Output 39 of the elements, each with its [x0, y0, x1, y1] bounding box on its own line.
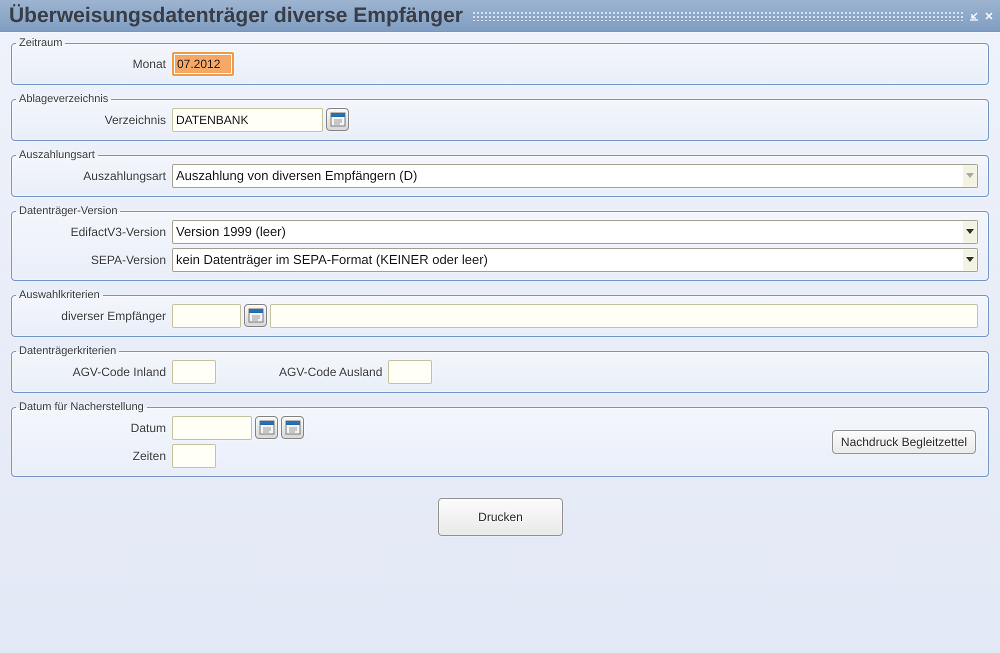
- field-label: Auszahlungsart: [82, 168, 167, 182]
- field-label: Zeiten: [132, 448, 167, 462]
- field-label: AGV-Code Ausland: [279, 364, 382, 378]
- group-title: Datum für Nacherstellung: [18, 401, 145, 413]
- group-title: Ablageverzeichnis: [18, 93, 110, 105]
- caret-icon: [966, 229, 974, 234]
- calendar-button[interactable]: [281, 416, 304, 439]
- caret-icon: [966, 257, 974, 262]
- field-label: SEPA-Version: [90, 252, 167, 266]
- input-field[interactable]: [172, 360, 216, 384]
- group-title: Datenträger-Version: [18, 205, 118, 217]
- print-button[interactable]: Drucken: [438, 498, 563, 536]
- input-field[interactable]: 07.2012: [172, 52, 234, 76]
- minimize-icon[interactable]: [969, 11, 979, 21]
- field-label: Datum: [130, 420, 167, 434]
- input-field[interactable]: [172, 444, 216, 468]
- group-title: Zeitraum: [18, 37, 64, 49]
- input-field[interactable]: DATENBANK: [172, 108, 323, 132]
- group-title: Auszahlungsart: [18, 149, 96, 161]
- input-field[interactable]: [172, 416, 252, 440]
- input-field[interactable]: [388, 360, 432, 384]
- group-title: Datenträgerkriterien: [18, 345, 118, 357]
- field-label: Verzeichnis: [104, 112, 167, 126]
- calendar-button[interactable]: [326, 108, 349, 131]
- calendar-button[interactable]: [244, 304, 267, 327]
- close-icon[interactable]: [984, 11, 994, 21]
- caret-icon: [966, 173, 974, 178]
- calendar-button[interactable]: [255, 416, 278, 439]
- input-field[interactable]: [172, 304, 241, 328]
- window-title: Überweisungsdatenträger diverse Empfänger: [9, 4, 463, 28]
- field-label: diverser Empfänger: [60, 308, 167, 322]
- dropdown[interactable]: Version 1999 (leer): [172, 220, 978, 244]
- field-label: EdifactV3-Version: [70, 224, 167, 238]
- input-field[interactable]: [270, 304, 978, 328]
- dropdown[interactable]: kein Datenträger im SEPA-Format (KEINER oder leer): [172, 248, 978, 272]
- field-label: AGV-Code Inland: [72, 364, 167, 378]
- group-title: Auswahlkriterien: [18, 289, 101, 301]
- reprint-button[interactable]: Nachdruck Begleitzettel: [832, 430, 976, 454]
- field-label: Monat: [132, 56, 167, 70]
